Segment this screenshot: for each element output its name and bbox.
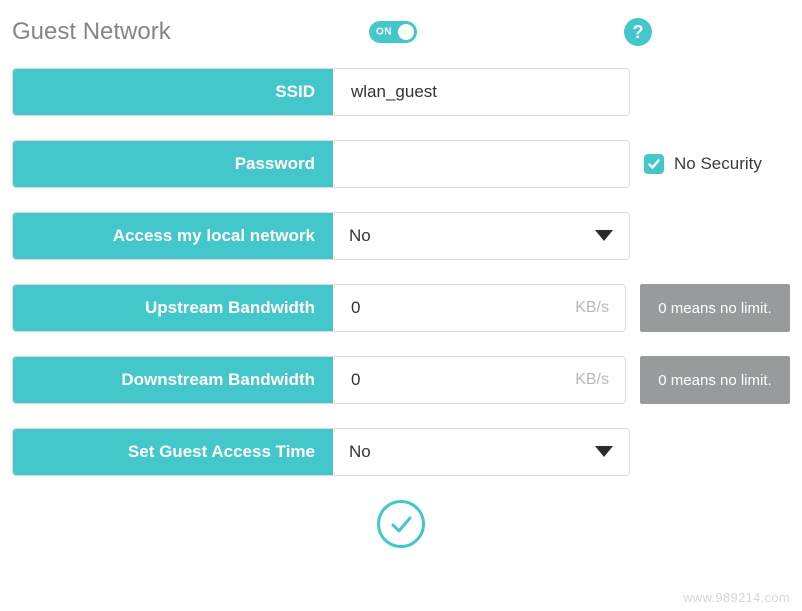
no-security-option[interactable]: No Security <box>644 154 762 174</box>
chevron-down-icon <box>595 230 613 242</box>
field-downstream: Downstream Bandwidth KB/s <box>12 356 626 404</box>
downstream-hint: 0 means no limit. <box>640 356 790 404</box>
input-cell-downstream: KB/s <box>333 357 625 403</box>
upstream-input[interactable] <box>349 297 575 319</box>
input-cell-upstream: KB/s <box>333 285 625 331</box>
page-title: Guest Network <box>12 18 357 46</box>
row-local-access: Access my local network No <box>12 212 790 260</box>
input-cell-ssid <box>333 69 629 115</box>
row-ssid: SSID <box>12 68 790 116</box>
guest-time-value: No <box>349 442 371 462</box>
local-access-value: No <box>349 226 371 246</box>
no-security-label: No Security <box>674 154 762 174</box>
chevron-down-icon <box>595 446 613 458</box>
row-downstream: Downstream Bandwidth KB/s 0 means no lim… <box>12 356 790 404</box>
password-input[interactable] <box>349 153 613 175</box>
field-ssid: SSID <box>12 68 630 116</box>
upstream-unit: KB/s <box>575 299 609 317</box>
label-upstream: Upstream Bandwidth <box>13 285 333 331</box>
label-password: Password <box>13 141 333 187</box>
label-downstream: Downstream Bandwidth <box>13 357 333 403</box>
select-local-access[interactable]: No <box>333 213 629 259</box>
field-upstream: Upstream Bandwidth KB/s <box>12 284 626 332</box>
help-icon[interactable]: ? <box>624 18 652 46</box>
settings-form: SSID Password No Security Access my <box>0 58 802 558</box>
confirm-button[interactable] <box>377 500 425 548</box>
label-local-access: Access my local network <box>13 213 333 259</box>
row-upstream: Upstream Bandwidth KB/s 0 means no limit… <box>12 284 790 332</box>
label-guest-time: Set Guest Access Time <box>13 429 333 475</box>
check-icon <box>387 510 415 538</box>
field-guest-time: Set Guest Access Time No <box>12 428 630 476</box>
ssid-input[interactable] <box>349 81 613 103</box>
guest-network-toggle[interactable]: ON <box>369 21 417 43</box>
select-guest-time[interactable]: No <box>333 429 629 475</box>
row-guest-time: Set Guest Access Time No <box>12 428 790 476</box>
downstream-input[interactable] <box>349 369 575 391</box>
field-local-access: Access my local network No <box>12 212 630 260</box>
downstream-unit: KB/s <box>575 371 609 389</box>
toggle-knob <box>398 24 414 40</box>
toggle-on-label: ON <box>376 26 392 37</box>
confirm-area <box>12 500 790 548</box>
watermark: www.989214.com <box>683 590 790 605</box>
input-cell-password <box>333 141 629 187</box>
upstream-hint: 0 means no limit. <box>640 284 790 332</box>
row-password: Password No Security <box>12 140 790 188</box>
header: Guest Network ON ? <box>0 0 802 58</box>
checkbox-checked-icon <box>644 154 664 174</box>
field-password: Password <box>12 140 630 188</box>
label-ssid: SSID <box>13 69 333 115</box>
